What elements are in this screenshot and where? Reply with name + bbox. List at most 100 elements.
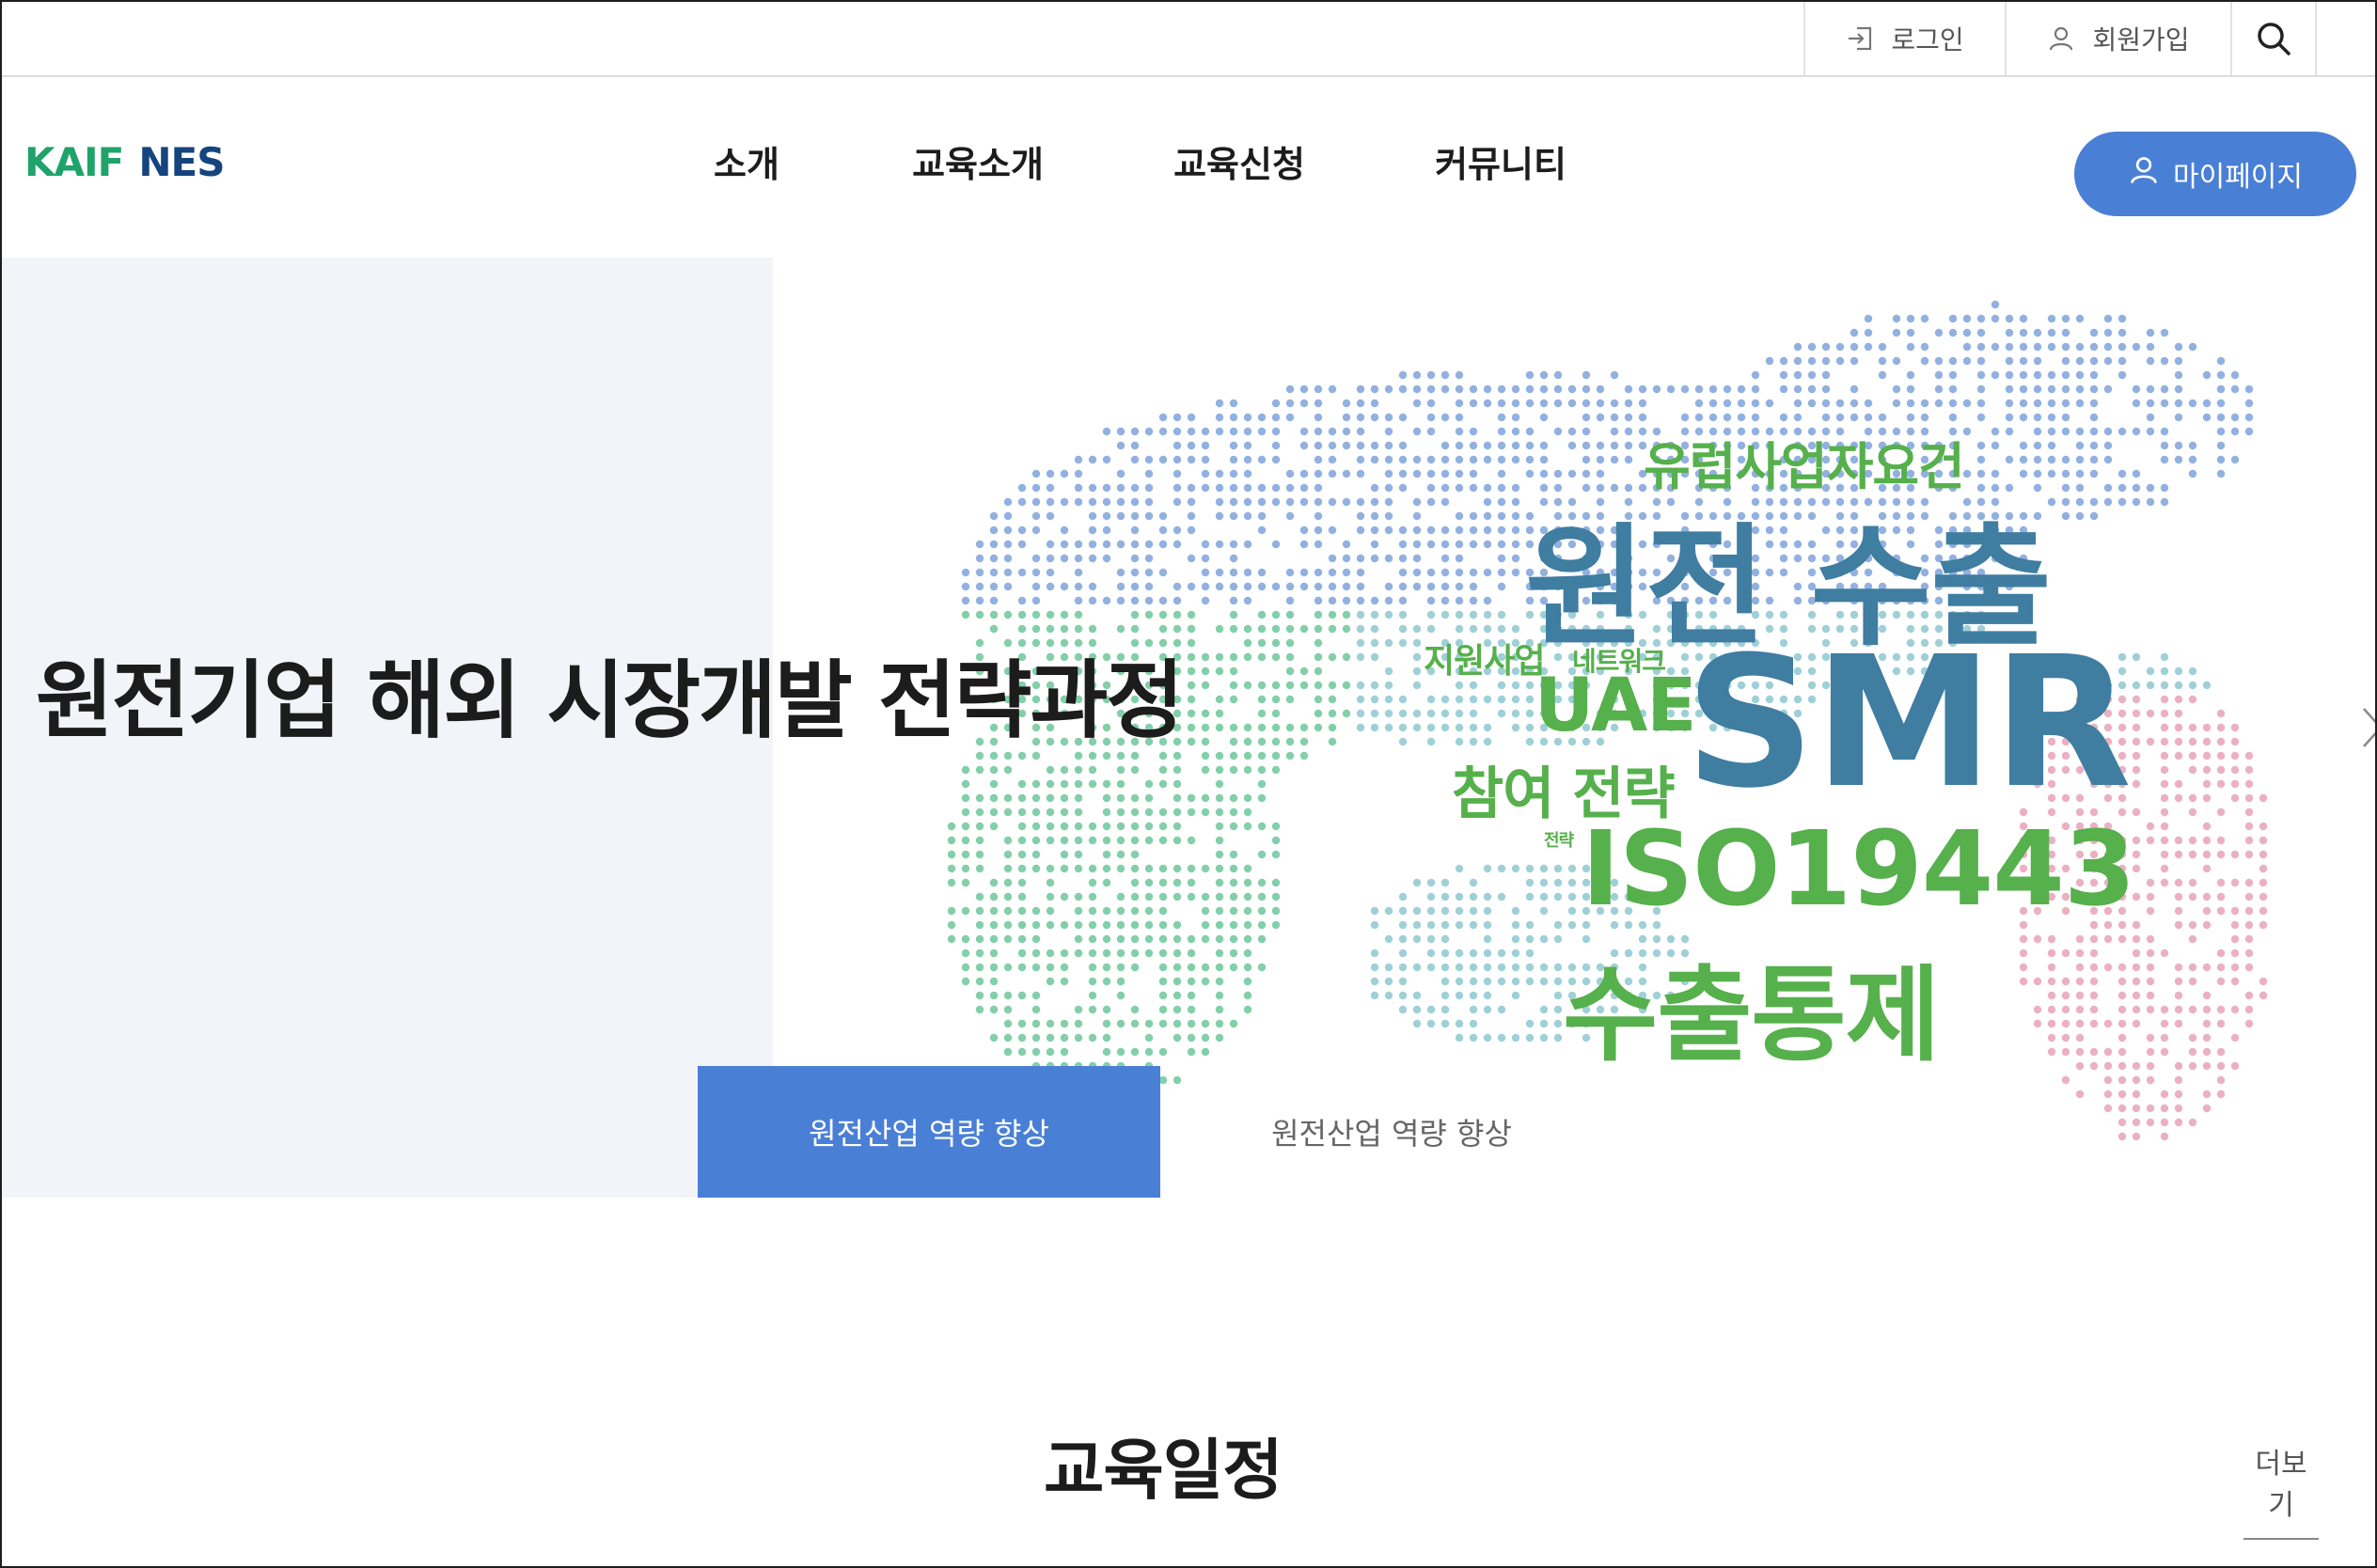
map-dot — [1271, 723, 1281, 732]
nav-item-community[interactable]: 커뮤니티 — [1425, 135, 1576, 187]
map-dot — [1158, 765, 1168, 775]
map-dot — [1793, 370, 1802, 380]
map-dot — [1144, 1019, 1154, 1028]
map-dot — [1497, 525, 1506, 535]
map-dot — [2160, 399, 2169, 408]
map-dot — [961, 793, 970, 803]
map-dot — [1412, 723, 1422, 732]
map-dot — [1229, 540, 1238, 549]
map-dot — [1285, 497, 1295, 507]
map-dot — [1088, 497, 1097, 507]
map-dot — [1271, 441, 1281, 450]
map-dot — [1469, 977, 1478, 986]
map-dot — [1398, 413, 1408, 422]
map-dot — [2089, 497, 2099, 507]
nav-item-education-apply[interactable]: 교육신청 — [1164, 135, 1314, 187]
map-dot — [1102, 1005, 1111, 1014]
map-dot — [1031, 920, 1041, 930]
map-dot — [989, 892, 999, 902]
map-dot — [1229, 892, 1238, 902]
map-dot — [1356, 596, 1365, 605]
map-dot — [1483, 525, 1492, 535]
map-dot — [2089, 356, 2099, 366]
map-dot — [2244, 413, 2254, 422]
map-dot — [2019, 963, 2028, 972]
map-dot — [1257, 695, 1267, 704]
hero-tab-active[interactable]: 원전산업 역량 향상 — [698, 1066, 1160, 1198]
map-dot — [1426, 723, 1436, 732]
site-logo[interactable]: KAIF NES — [24, 139, 225, 185]
map-dot — [1412, 638, 1422, 648]
map-dot — [1455, 906, 1464, 916]
map-dot — [1314, 497, 1323, 507]
map-dot — [1525, 892, 1535, 902]
map-dot — [1539, 455, 1549, 464]
map-dot — [2244, 793, 2254, 803]
map-dot — [1497, 582, 1506, 591]
map-dot — [1328, 469, 1337, 478]
map-dot — [1074, 765, 1083, 775]
map-dot — [1130, 920, 1140, 930]
map-dot — [1314, 441, 1323, 450]
login-link[interactable]: 로그인 — [1803, 2, 2005, 75]
map-dot — [1596, 441, 1605, 450]
map-dot — [1483, 934, 1492, 944]
map-dot — [1511, 483, 1520, 493]
map-dot — [1031, 568, 1041, 577]
map-dot — [1991, 441, 2000, 450]
map-dot — [2103, 1019, 2113, 1028]
map-dot — [1356, 695, 1365, 704]
map-dot — [1031, 906, 1041, 916]
map-dot — [1257, 751, 1267, 760]
map-dot — [1116, 850, 1126, 859]
map-dot — [1469, 906, 1478, 916]
map-dot — [1342, 624, 1351, 634]
map-dot — [1229, 793, 1238, 803]
map-dot — [2160, 483, 2169, 493]
map-dot — [1850, 328, 1859, 337]
mypage-button[interactable]: 마이페이지 — [2074, 132, 2356, 216]
map-dot — [2089, 963, 2099, 972]
map-dot — [2075, 399, 2085, 408]
map-dot — [1469, 892, 1478, 902]
map-dot — [1003, 554, 1013, 563]
map-dot — [2216, 1047, 2226, 1057]
map-dot — [1991, 427, 2000, 436]
map-dot — [2047, 1047, 2056, 1057]
map-dot — [1116, 808, 1126, 817]
map-dot — [1003, 582, 1013, 591]
hero-tab-inactive[interactable]: 원전산업 역량 향상 — [1160, 1066, 1623, 1198]
map-dot — [1497, 441, 1506, 450]
chevron-right-icon[interactable] — [2358, 699, 2375, 756]
map-dot — [1356, 624, 1365, 634]
map-dot — [1031, 511, 1041, 521]
map-dot — [2216, 399, 2226, 408]
map-dot — [2188, 963, 2197, 972]
map-dot — [2075, 1019, 2085, 1028]
keyword-control: 수출통제 — [1563, 955, 1941, 1075]
map-dot — [1455, 624, 1464, 634]
join-link[interactable]: 회원가입 — [2005, 2, 2230, 75]
map-dot — [1257, 737, 1267, 746]
map-dot — [1215, 864, 1224, 873]
map-dot — [1356, 568, 1365, 577]
map-dot — [1906, 328, 1915, 337]
map-dot — [1215, 793, 1224, 803]
map-dot — [1370, 681, 1379, 690]
nav-item-education-intro[interactable]: 교육소개 — [903, 135, 1053, 187]
map-dot — [1088, 963, 1097, 972]
map-dot — [1892, 356, 1901, 366]
map-dot — [1102, 963, 1111, 972]
map-dot — [2019, 441, 2028, 450]
map-dot — [1173, 934, 1182, 944]
map-dot — [1370, 483, 1379, 493]
map-dot — [2103, 934, 2113, 944]
map-dot — [1144, 497, 1154, 507]
map-dot — [1031, 963, 1041, 972]
more-link[interactable]: 더보기 — [2243, 1440, 2319, 1540]
map-dot — [2216, 977, 2226, 986]
nav-item-about[interactable]: 소개 — [709, 135, 784, 187]
map-dot — [1144, 469, 1154, 478]
search-button[interactable] — [2230, 2, 2317, 75]
map-dot — [2160, 328, 2169, 337]
